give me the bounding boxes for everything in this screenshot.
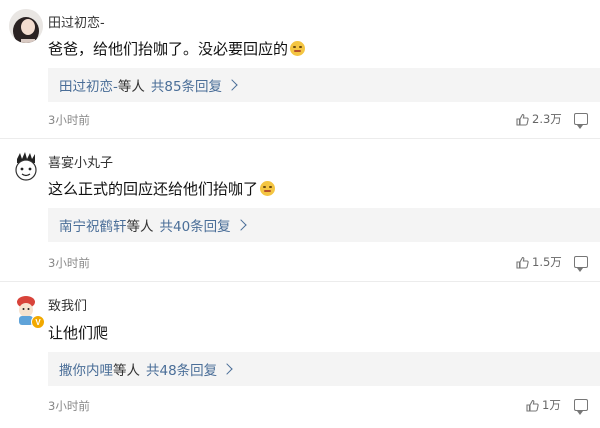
chevron-right-icon bbox=[226, 79, 238, 91]
reply-summary[interactable]: 南宁祝鹤轩 等人 共40条回复 bbox=[48, 208, 600, 242]
username[interactable]: 田过初恋- bbox=[48, 12, 105, 31]
comment-icon[interactable] bbox=[574, 256, 588, 272]
username[interactable]: 致我们 bbox=[48, 295, 87, 314]
verified-badge: V bbox=[31, 315, 45, 329]
thumbs-up-icon bbox=[516, 113, 529, 126]
sweat-emoji-icon bbox=[260, 181, 276, 196]
divider bbox=[0, 138, 600, 139]
reply-summary[interactable]: 撒你内哩 等人 共48条回复 bbox=[48, 352, 600, 386]
reply-etc: 等人 bbox=[117, 79, 145, 95]
comment-icon[interactable] bbox=[574, 113, 588, 129]
timestamp: 3小时前 bbox=[48, 113, 90, 127]
comment-text: 这么正式的回应还给他们抬咖了 bbox=[48, 178, 276, 199]
like-count: 1.5万 bbox=[532, 255, 562, 269]
reply-summary[interactable]: 田过初恋- 等人 共85条回复 bbox=[48, 68, 600, 102]
like-button[interactable]: 2.3万 bbox=[516, 111, 562, 127]
like-button[interactable]: 1.5万 bbox=[516, 254, 562, 270]
reply-count[interactable]: 共40条回复 bbox=[160, 215, 231, 235]
comment-icon[interactable] bbox=[574, 399, 588, 415]
reply-count[interactable]: 共85条回复 bbox=[151, 75, 222, 95]
username[interactable]: 喜宴小丸子 bbox=[48, 152, 113, 171]
like-count: 1万 bbox=[542, 398, 561, 412]
avatar[interactable] bbox=[9, 149, 43, 183]
like-count: 2.3万 bbox=[532, 112, 562, 126]
thumbs-up-icon bbox=[526, 399, 539, 412]
grimace-emoji-icon bbox=[290, 41, 306, 56]
reply-names[interactable]: 田过初恋- bbox=[59, 75, 118, 95]
timestamp: 3小时前 bbox=[48, 399, 90, 413]
comment-text-body: 爸爸，给他们抬咖了。没必要回应的 bbox=[48, 40, 289, 58]
reply-names[interactable]: 撒你内哩 bbox=[59, 359, 113, 379]
reply-etc: 等人 bbox=[126, 219, 154, 235]
timestamp: 3小时前 bbox=[48, 256, 90, 270]
chevron-right-icon bbox=[221, 363, 233, 375]
chevron-right-icon bbox=[235, 219, 247, 231]
thumbs-up-icon bbox=[516, 256, 529, 269]
reply-names[interactable]: 南宁祝鹤轩 bbox=[59, 215, 127, 235]
reply-etc: 等人 bbox=[113, 363, 140, 379]
comment-text-body: 这么正式的回应还给他们抬咖了 bbox=[48, 180, 259, 198]
comment-text: 爸爸，给他们抬咖了。没必要回应的 bbox=[48, 38, 306, 59]
avatar[interactable] bbox=[9, 9, 43, 43]
like-button[interactable]: 1万 bbox=[526, 397, 561, 413]
divider bbox=[0, 281, 600, 282]
reply-count[interactable]: 共48条回复 bbox=[146, 359, 217, 379]
comment-text-body: 让他们爬 bbox=[48, 324, 109, 342]
comment-text: 让他们爬 bbox=[48, 322, 108, 343]
